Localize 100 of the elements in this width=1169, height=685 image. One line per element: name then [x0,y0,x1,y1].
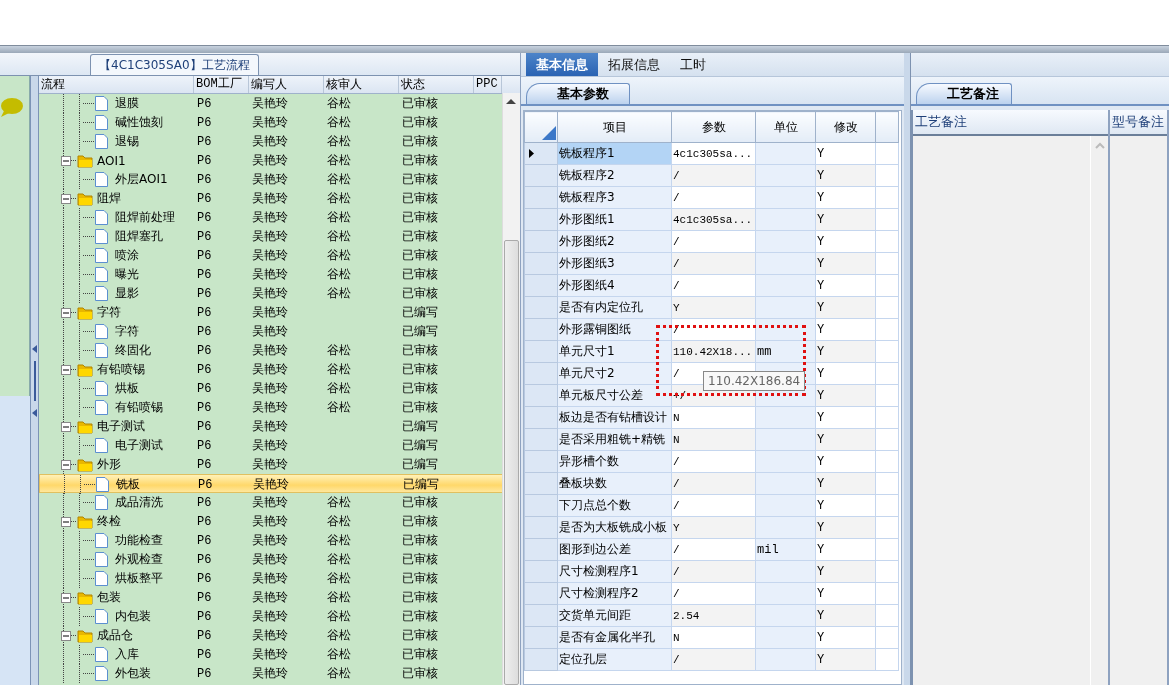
tab[interactable]: 工时 [670,53,716,76]
tree-row[interactable]: 外观检查 P6 吴艳玲 谷松 已审核 [39,550,503,569]
tree-row[interactable]: 喷涂 P6 吴艳玲 谷松 已审核 [39,246,503,265]
column-header[interactable]: 流程 [39,76,194,93]
table-cell-text: P6 [196,628,213,643]
tree-row[interactable]: 退锡 P6 吴艳玲 谷松 已审核 [39,132,503,151]
table-cell[interactable]: / [671,538,756,561]
tree-row[interactable]: 内包装 P6 吴艳玲 谷松 已审核 [39,607,503,626]
column-header[interactable]: 参数 [671,111,756,143]
collapse-button[interactable] [61,516,71,527]
table-cell-text: P6 [196,267,213,282]
tree-row[interactable]: 字符 P6 吴艳玲 已编写 [39,322,503,341]
table-cell-text: P6 [196,305,213,320]
table-cell[interactable]: / [671,494,756,517]
tree-row[interactable]: 阻焊 P6 吴艳玲 谷松 已审核 [39,189,503,208]
table-cell[interactable]: / [671,230,756,253]
table-cell[interactable]: Y [815,274,876,297]
tree-row[interactable]: 有铅喷锡 P6 吴艳玲 谷松 已审核 [39,398,503,417]
table-cell[interactable]: 4c1c305sa... [671,142,756,165]
tree-row[interactable]: 字符 P6 吴艳玲 已编写 [39,303,503,322]
tree-row[interactable]: 烘板整平 P6 吴艳玲 谷松 已审核 [39,569,503,588]
sub-tab[interactable]: 工艺备注 [916,83,1012,104]
collapse-button[interactable] [61,459,71,470]
scrollbar-thumb[interactable] [504,240,519,685]
table-cell-text: 吴艳玲 [251,551,289,568]
tree-row[interactable]: AOI1 P6 吴艳玲 谷松 已审核 [39,151,503,170]
tree-row[interactable]: 外包装 P6 吴艳玲 谷松 已审核 [39,664,503,683]
table-cell[interactable]: Y [815,450,876,473]
tree-row[interactable]: 烘板 P6 吴艳玲 谷松 已审核 [39,379,503,398]
collapse-button[interactable] [61,307,71,318]
collapse-arrow-icon[interactable] [32,344,37,353]
table-cell[interactable]: Y [815,582,876,605]
table-cell[interactable]: / [671,274,756,297]
tree-row[interactable]: 外层AOI1 P6 吴艳玲 谷松 已审核 [39,170,503,189]
table-cell[interactable]: Y [815,626,876,649]
collapse-button[interactable] [61,421,71,432]
tree-row[interactable]: 入库 P6 吴艳玲 谷松 已审核 [39,645,503,664]
tree-row[interactable]: 电子测试 P6 吴艳玲 已编写 [39,436,503,455]
tree-row[interactable]: 终检 P6 吴艳玲 谷松 已审核 [39,512,503,531]
tab[interactable]: 拓展信息 [598,53,670,76]
table-cell[interactable]: / [671,582,756,605]
tree-row[interactable]: 碱性蚀刻 P6 吴艳玲 谷松 已审核 [39,113,503,132]
scrollbar[interactable] [502,93,520,685]
tree-row[interactable]: 显影 P6 吴艳玲 谷松 已审核 [39,284,503,303]
table-cell[interactable]: Y [815,362,876,385]
collapse-button[interactable] [61,364,71,375]
tree-row[interactable]: 包装 P6 吴艳玲 谷松 已审核 [39,588,503,607]
table-cell[interactable]: N [671,406,756,429]
tree-row[interactable]: 外形 P6 吴艳玲 已编写 [39,455,503,474]
document-icon [94,342,109,359]
table-cell[interactable]: Y [815,406,876,429]
table-cell-text: 吴艳玲 [251,456,289,473]
table-cell[interactable]: Y [815,494,876,517]
tree-row[interactable]: 阻焊前处理 P6 吴艳玲 谷松 已审核 [39,208,503,227]
table-cell-text: P6 [196,229,213,244]
tree-row[interactable]: 退膜 P6 吴艳玲 谷松 已审核 [39,94,503,113]
table-cell[interactable]: N [671,626,756,649]
table-cell[interactable]: Y [815,186,876,209]
table-cell[interactable]: Y [815,318,876,341]
tree-row[interactable]: 成品仓 P6 吴艳玲 谷松 已审核 [39,626,503,645]
column-header[interactable]: BOM工厂 [194,76,249,93]
scroll-up-icon[interactable] [505,97,517,105]
tree-row[interactable]: 成品清洗 P6 吴艳玲 谷松 已审核 [39,493,503,512]
table-cell[interactable]: Y [815,142,876,165]
table-cell[interactable]: Y [815,230,876,253]
tree-row[interactable]: 功能检查 P6 吴艳玲 谷松 已审核 [39,531,503,550]
table-cell-text: 吴艳玲 [251,228,289,245]
column-header[interactable]: 项目 [557,111,672,143]
collapse-arrow-icon[interactable] [32,408,37,417]
table-cell-text: P6 [196,552,213,567]
tab[interactable]: 基本信息 [526,53,598,76]
panel-tab[interactable]: 【4C1C305SA0】工艺流程 [90,54,259,75]
column-header[interactable]: 修改 [815,111,876,143]
tree-row[interactable]: 铣板 P6 吴艳玲 已编写 [39,474,503,493]
table-cell[interactable]: Y [815,538,876,561]
column-header[interactable]: 状态 [399,76,474,93]
tree-row[interactable]: 有铅喷锡 P6 吴艳玲 谷松 已审核 [39,360,503,379]
table-cell-text: 吴艳玲 [251,532,289,549]
collapse-button[interactable] [61,155,71,166]
collapse-button[interactable] [61,630,71,641]
column-header[interactable]: PPC [474,76,502,93]
folder-icon [77,457,93,472]
tree-row[interactable]: 终固化 P6 吴艳玲 谷松 已审核 [39,341,503,360]
folder-icon [77,514,93,529]
table-cell[interactable]: / [671,186,756,209]
column-header[interactable]: 核审人 [324,76,399,93]
table-cell-text: 已审核 [401,570,439,587]
select-all-icon[interactable] [542,126,556,140]
tree-row[interactable]: 电子测试 P6 吴艳玲 已编写 [39,417,503,436]
tree-label: 字符 [114,323,139,340]
column-header[interactable]: 编写人 [249,76,324,93]
collapse-button[interactable] [61,592,71,603]
table-cell-text: 吴艳玲 [251,437,289,454]
tree-row[interactable]: 阻焊塞孔 P6 吴艳玲 谷松 已审核 [39,227,503,246]
tree-row[interactable]: 曝光 P6 吴艳玲 谷松 已审核 [39,265,503,284]
collapse-button[interactable] [61,193,71,204]
splitter-bar[interactable] [0,45,1169,53]
table-cell[interactable]: / [671,450,756,473]
sub-tab[interactable]: 基本参数 [526,83,630,104]
column-header[interactable]: 单位 [755,111,816,143]
